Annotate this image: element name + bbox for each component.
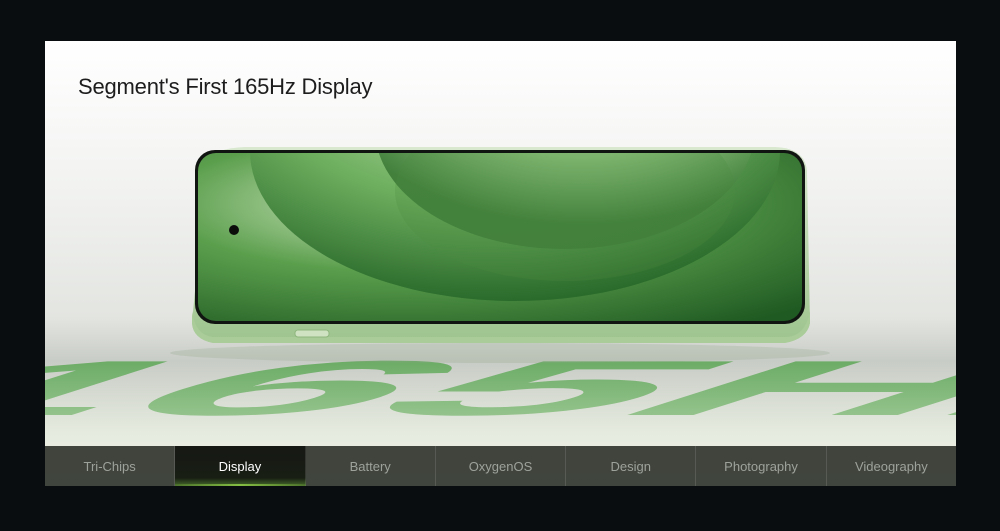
display-feature-panel: Segment's First 165Hz Display 165Hz bbox=[45, 41, 956, 486]
phone-illustration bbox=[170, 147, 830, 363]
tab-videography[interactable]: Videography bbox=[827, 446, 956, 486]
tab-tri-chips[interactable]: Tri-Chips bbox=[45, 446, 176, 486]
phone-side-button bbox=[294, 329, 330, 338]
feature-tab-bar: Tri-Chips Display Battery OxygenOS Desig… bbox=[45, 446, 956, 486]
front-camera bbox=[229, 225, 239, 235]
tab-display[interactable]: Display bbox=[175, 446, 306, 486]
tab-photography[interactable]: Photography bbox=[696, 446, 827, 486]
tab-battery[interactable]: Battery bbox=[306, 446, 436, 486]
tab-oxygenos[interactable]: OxygenOS bbox=[436, 446, 567, 486]
tab-design[interactable]: Design bbox=[566, 446, 697, 486]
